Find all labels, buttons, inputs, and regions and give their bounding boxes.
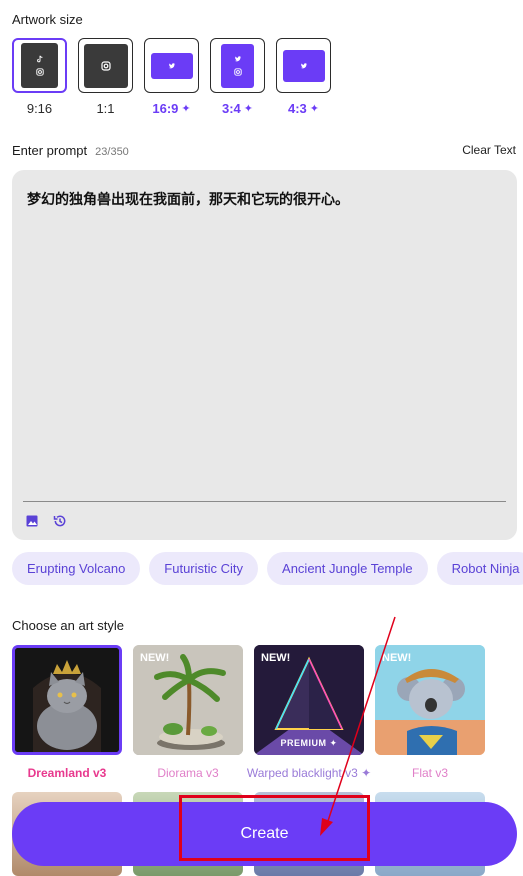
sparkle-icon: ✦ xyxy=(243,103,253,115)
size-label-text: 9:16 xyxy=(26,101,53,116)
size-16-9-box[interactable] xyxy=(144,38,199,93)
history-icon[interactable] xyxy=(53,514,67,528)
prompt-divider xyxy=(23,501,506,502)
tiktok-icon xyxy=(36,55,42,63)
style-card-dreamland[interactable]: Dreamland v3 xyxy=(12,645,122,780)
size-label-text: 3:4 xyxy=(221,101,241,116)
portrait-shape xyxy=(221,43,254,88)
image-icon[interactable] xyxy=(25,514,39,528)
new-badge: NEW! xyxy=(140,652,170,664)
instagram-icon xyxy=(233,68,242,76)
style-name-text: Warped blacklight v3 xyxy=(246,766,358,780)
size-option-4-3[interactable]: 4:3 ✦ xyxy=(276,38,331,116)
sparkle-icon: ✦ xyxy=(181,103,191,115)
cat-king-image xyxy=(15,648,119,752)
style-thumb-warped-blacklight[interactable]: NEW! PREMIUM ✦ xyxy=(254,645,364,755)
premium-badge: PREMIUM ✦ xyxy=(254,738,364,749)
twitter-icon xyxy=(234,56,241,62)
style-card-warped-blacklight[interactable]: NEW! PREMIUM ✦ Warped blacklight v3 ✦ xyxy=(247,645,371,780)
suggestion-chip[interactable]: Erupting Volcano xyxy=(12,552,141,585)
annotation-highlight-box xyxy=(179,795,370,861)
size-label-text: 4:3 xyxy=(287,101,307,116)
art-style-title: Choose an art style xyxy=(12,618,125,633)
style-card-flat[interactable]: NEW! Flat v3 xyxy=(375,645,485,780)
style-name-flat: Flat v3 xyxy=(411,766,448,780)
size-option-9-16[interactable]: 9:16 xyxy=(12,38,67,116)
prompt-title: Enter prompt xyxy=(12,143,88,158)
size-4-3-box[interactable] xyxy=(276,38,331,93)
premium-label: PREMIUM xyxy=(280,738,327,748)
size-label-16-9: 16:9 ✦ xyxy=(152,101,190,116)
portrait-shape xyxy=(21,43,58,88)
artwork-size-options: 9:16 1:1 16:9 ✦ 3:4 ✦ 4:3 ✦ xyxy=(12,38,331,116)
instagram-icon xyxy=(100,60,111,71)
clear-text-button[interactable]: Clear Text xyxy=(462,143,516,157)
style-thumb-dreamland[interactable] xyxy=(12,645,122,755)
sparkle-icon: ✦ xyxy=(361,766,372,780)
prompt-tools xyxy=(25,514,67,528)
sparkle-icon: ✦ xyxy=(309,103,319,115)
suggestion-chip[interactable]: Ancient Jungle Temple xyxy=(267,552,428,585)
style-thumb-diorama[interactable]: NEW! xyxy=(133,645,243,755)
size-label-9-16: 9:16 xyxy=(27,101,52,116)
size-label-3-4: 3:4 ✦ xyxy=(222,101,253,116)
size-3-4-box[interactable] xyxy=(210,38,265,93)
suggestion-chip[interactable]: Futuristic City xyxy=(149,552,259,585)
style-name-diorama: Diorama v3 xyxy=(157,766,219,780)
prompt-header: Enter prompt 23/350 xyxy=(12,143,129,158)
twitter-icon xyxy=(300,62,307,68)
size-9-16-box[interactable] xyxy=(12,38,67,93)
art-style-list: Dreamland v3 NEW! Diorama v3 NEW! PREMIU… xyxy=(12,645,485,780)
prompt-suggestions: Erupting Volcano Futuristic City Ancient… xyxy=(12,552,523,585)
prompt-text[interactable]: 梦幻的独角兽出现在我面前，那天和它玩的很开心。 xyxy=(27,189,349,209)
size-option-16-9[interactable]: 16:9 ✦ xyxy=(144,38,199,116)
size-label-4-3: 4:3 ✦ xyxy=(288,101,319,116)
size-option-3-4[interactable]: 3:4 ✦ xyxy=(210,38,265,116)
prompt-input[interactable]: 梦幻的独角兽出现在我面前，那天和它玩的很开心。 xyxy=(12,170,517,540)
new-badge: NEW! xyxy=(261,652,291,664)
style-name-dreamland: Dreamland v3 xyxy=(27,766,107,780)
landscape-shape xyxy=(150,52,193,79)
prompt-char-count: 23/350 xyxy=(95,146,129,158)
size-label-1-1: 1:1 xyxy=(96,101,114,116)
sparkle-icon: ✦ xyxy=(329,738,338,748)
twitter-icon xyxy=(168,62,175,68)
style-card-diorama[interactable]: NEW! Diorama v3 xyxy=(133,645,243,780)
style-name-warped-blacklight: Warped blacklight v3 ✦ xyxy=(247,766,371,780)
square-shape xyxy=(83,43,128,88)
new-badge: NEW! xyxy=(382,652,412,664)
artwork-size-title: Artwork size xyxy=(12,12,83,27)
instagram-icon xyxy=(35,68,44,76)
style-thumb-flat[interactable]: NEW! xyxy=(375,645,485,755)
size-label-text: 1:1 xyxy=(96,101,115,116)
landscape-shape xyxy=(282,49,325,82)
size-label-text: 16:9 xyxy=(152,101,179,116)
suggestion-chip[interactable]: Robot Ninja xyxy=(436,552,523,585)
size-option-1-1[interactable]: 1:1 xyxy=(78,38,133,116)
size-1-1-box[interactable] xyxy=(78,38,133,93)
